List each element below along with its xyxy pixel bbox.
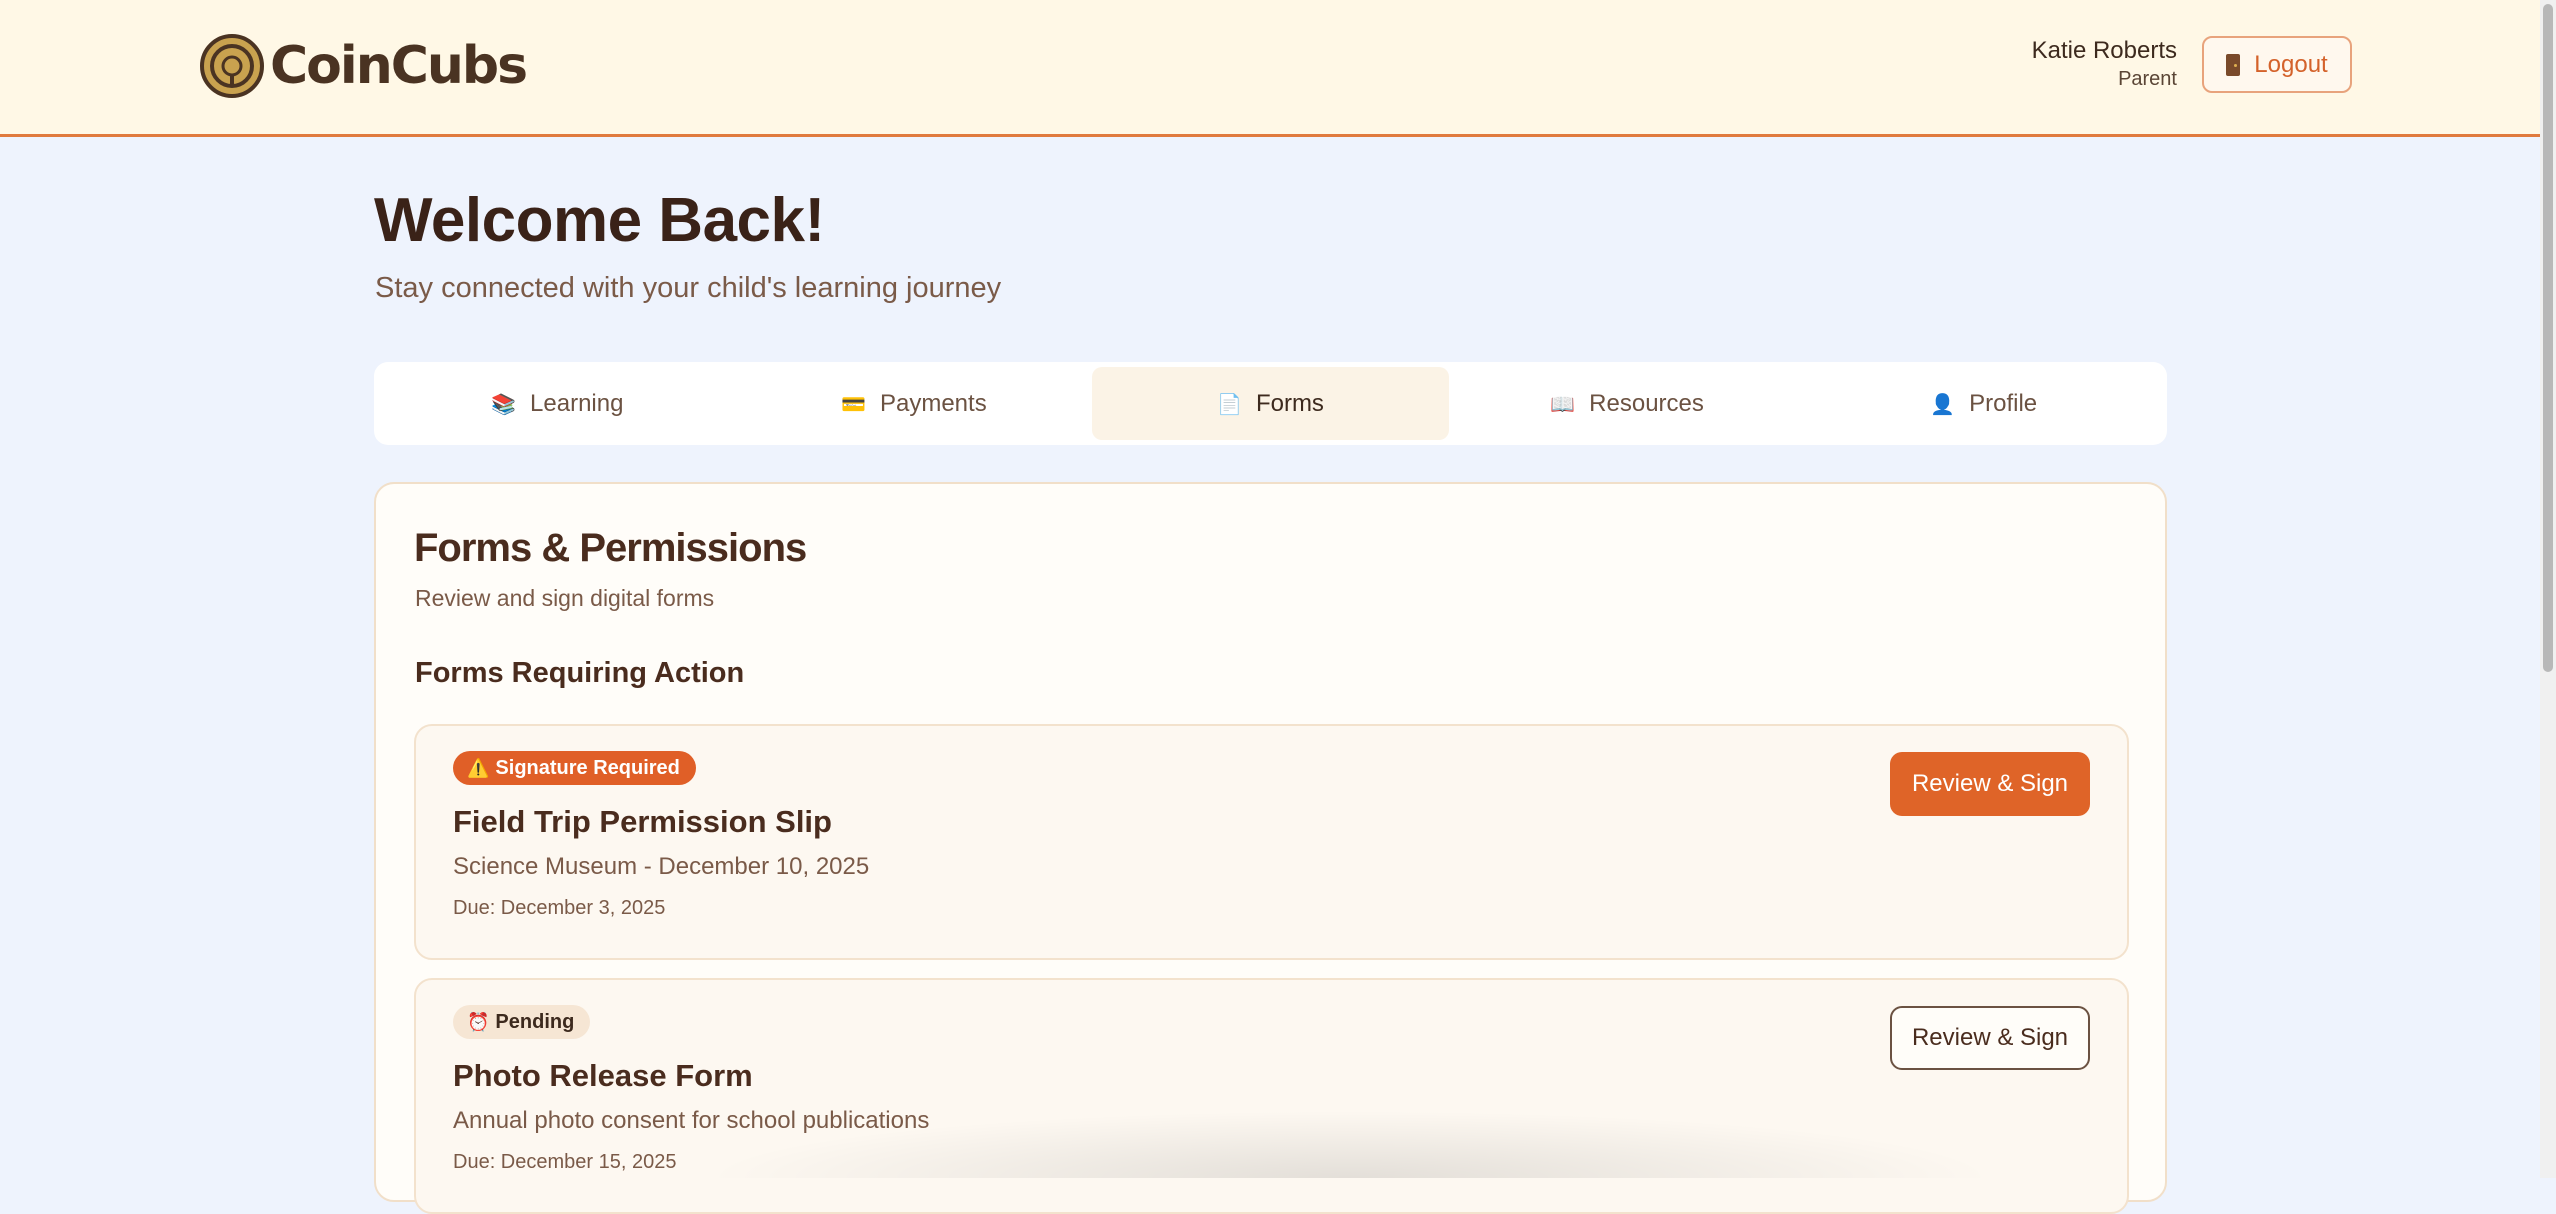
credit-card-icon: 💳 — [841, 391, 866, 416]
tab-profile[interactable]: 👤 Profile — [1805, 367, 2162, 440]
open-book-icon: 📖 — [1550, 391, 1576, 416]
review-sign-button[interactable]: Review & Sign — [1890, 752, 2090, 816]
panel-subtitle: Review and sign digital forms — [415, 585, 715, 611]
top-header: CoinCubs Katie Roberts Parent Logout — [0, 0, 2540, 137]
review-sign-button[interactable]: Review & Sign — [1890, 1006, 2090, 1070]
welcome-title: Welcome Back! — [374, 186, 825, 255]
tab-label: Profile — [1969, 389, 2038, 417]
user-name: Katie Roberts — [2031, 37, 2177, 64]
status-badge: ⚠️ Signature Required — [453, 751, 696, 785]
form-card: ⏰ Pending Photo Release Form Annual phot… — [414, 978, 2129, 1214]
logout-label: Logout — [2254, 50, 2328, 78]
section-heading: Forms Requiring Action — [415, 657, 745, 689]
page-scrollbar[interactable] — [2540, 0, 2556, 1178]
form-due-date: Due: December 15, 2025 — [453, 1151, 677, 1173]
form-title: Photo Release Form — [453, 1058, 753, 1093]
dashboard-tabs: 📚 Learning 💳 Payments 📄 Forms 📖 Resource… — [374, 362, 2167, 445]
forms-panel: Forms & Permissions Review and sign digi… — [374, 482, 2167, 1214]
tab-payments[interactable]: 💳 Payments — [736, 367, 1093, 440]
tab-resources[interactable]: 📖 Resources — [1449, 367, 1806, 440]
welcome-subtitle: Stay connected with your child's learnin… — [375, 272, 1002, 304]
tab-label: Learning — [530, 389, 624, 417]
panel-title: Forms & Permissions — [414, 526, 807, 570]
document-icon: 📄 — [1217, 391, 1242, 416]
status-badge: ⏰ Pending — [453, 1005, 591, 1039]
user-info: Katie Roberts Parent — [1900, 36, 2177, 91]
form-due-date: Due: December 3, 2025 — [453, 897, 666, 919]
tab-label: Forms — [1255, 389, 1324, 417]
warning-icon: ⚠️ — [467, 757, 490, 779]
logout-button[interactable]: Logout — [2202, 36, 2352, 93]
tab-label: Resources — [1589, 389, 1704, 417]
alarm-clock-icon: ⏰ — [467, 1011, 490, 1033]
tab-learning[interactable]: 📚 Learning — [379, 367, 736, 440]
books-icon: 📚 — [491, 391, 517, 416]
coin-cub-logo-icon — [200, 34, 264, 98]
app-name: CoinCubs — [270, 36, 528, 96]
form-title: Field Trip Permission Slip — [453, 804, 832, 839]
form-card: ⚠️ Signature Required Field Trip Permiss… — [414, 724, 2129, 960]
scrollbar-thumb[interactable] — [2543, 4, 2553, 672]
tab-label: Payments — [879, 389, 987, 417]
form-description: Science Museum - December 10, 2025 — [453, 853, 870, 880]
user-icon: 👤 — [1930, 391, 1956, 416]
user-role: Parent — [2118, 68, 2177, 90]
door-icon — [2226, 53, 2241, 76]
form-description: Annual photo consent for school publicat… — [453, 1107, 930, 1134]
badge-label: Signature Required — [495, 756, 680, 779]
tab-forms[interactable]: 📄 Forms — [1092, 367, 1449, 440]
badge-label: Pending — [495, 1010, 575, 1033]
app-logo[interactable]: CoinCubs — [200, 33, 528, 99]
